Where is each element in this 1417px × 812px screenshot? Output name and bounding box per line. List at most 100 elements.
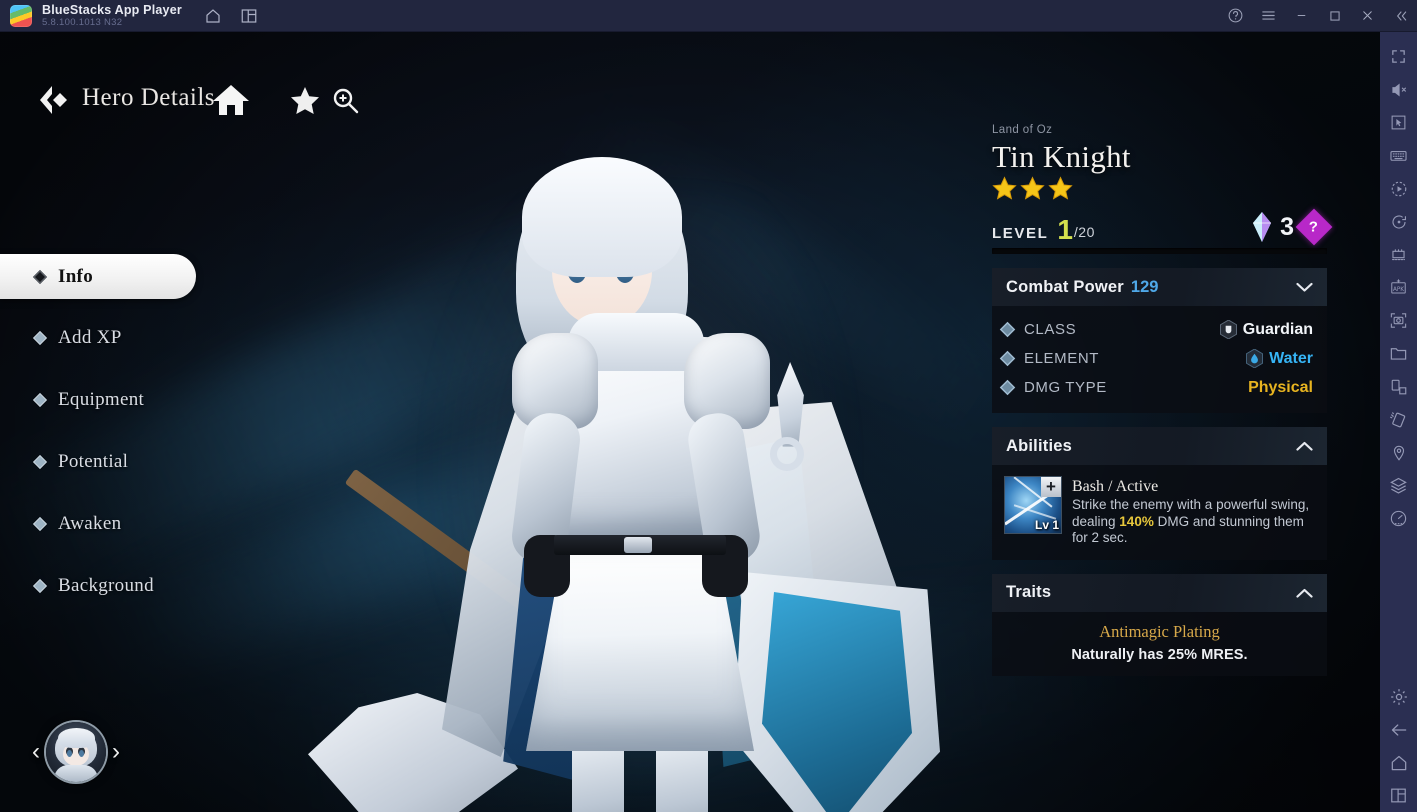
- app-title-block: BlueStacks App Player 5.8.100.1013 N32: [42, 0, 182, 32]
- shield: [730, 572, 940, 812]
- fullscreen-icon[interactable]: [1380, 40, 1417, 73]
- abilities-body: + Lv 1 Bash / Active Strike the enemy wi…: [992, 465, 1327, 560]
- prev-hero-button[interactable]: ‹: [32, 738, 40, 766]
- stat-row-class: CLASS Guardian: [1002, 315, 1313, 344]
- game-viewport: Hero Details Info Add XP Equipment Poten…: [0, 32, 1380, 812]
- star-icon[interactable]: [290, 86, 320, 115]
- stat-value: Physical: [1248, 379, 1313, 397]
- abilities-header[interactable]: Abilities: [992, 427, 1327, 465]
- screenshot-icon[interactable]: [1380, 304, 1417, 337]
- diamond-bullet-icon: [1000, 380, 1016, 396]
- recent-apps-icon[interactable]: [1380, 779, 1417, 812]
- back-icon[interactable]: [1380, 713, 1417, 746]
- face: [552, 215, 652, 327]
- ability-level-badge: Lv 1: [1035, 518, 1059, 532]
- layers-icon[interactable]: [1380, 469, 1417, 502]
- settings-icon[interactable]: [1380, 680, 1417, 713]
- traits-header[interactable]: Traits: [992, 574, 1327, 612]
- nav-item-add-xp[interactable]: Add XP: [0, 316, 200, 360]
- star-icon: [992, 176, 1017, 200]
- maximize-button[interactable]: [1318, 0, 1351, 32]
- hero-name: Tin Knight: [992, 139, 1327, 175]
- stat-value: Guardian: [1243, 321, 1313, 339]
- combat-power-body: CLASS Guardian ELEMENT: [992, 306, 1327, 413]
- ability-item[interactable]: + Lv 1 Bash / Active Strike the enemy wi…: [1002, 474, 1313, 549]
- hero-artwork: [300, 137, 990, 812]
- level-label: LEVEL: [992, 225, 1048, 242]
- install-apk-icon[interactable]: APK: [1380, 271, 1417, 304]
- nav-item-label: Background: [58, 575, 154, 597]
- eye-right: [616, 261, 634, 283]
- pauldron-left: [512, 333, 598, 429]
- bash-skill-icon: + Lv 1: [1005, 477, 1061, 533]
- stat-value-group: Physical: [1248, 379, 1313, 397]
- arm-left: [509, 410, 583, 566]
- media-folder-icon[interactable]: [1380, 337, 1417, 370]
- rarity-stars: [992, 176, 1327, 200]
- shake-icon[interactable]: [1380, 403, 1417, 436]
- portrait-eye-right: [79, 750, 84, 757]
- belt: [554, 535, 726, 555]
- close-button[interactable]: [1351, 0, 1384, 32]
- minimize-button[interactable]: [1285, 0, 1318, 32]
- pointer-icon[interactable]: [1380, 106, 1417, 139]
- gauntlet-right: [702, 535, 748, 597]
- hamburger-icon: [1260, 7, 1277, 24]
- nav-item-background[interactable]: Background: [0, 564, 200, 608]
- nav-item-label: Potential: [58, 451, 128, 473]
- location-icon[interactable]: [1380, 436, 1417, 469]
- leg-right: [656, 729, 708, 812]
- cape-right: [730, 402, 905, 762]
- nav-item-info[interactable]: Info: [0, 254, 196, 299]
- diamond-bullet-icon: [33, 579, 47, 593]
- star-icon: [1020, 176, 1045, 200]
- chevron-up-icon: [1296, 441, 1313, 451]
- mute-icon[interactable]: [1380, 73, 1417, 106]
- titlebar-icon-group: [204, 7, 258, 25]
- next-hero-button[interactable]: ›: [112, 738, 120, 766]
- back-arrow-icon[interactable]: [36, 84, 70, 116]
- window-controls: [1219, 0, 1417, 32]
- hero-portrait[interactable]: [46, 722, 106, 782]
- trait-name: Antimagic Plating: [1006, 622, 1313, 642]
- chevron-up-icon: [1296, 588, 1313, 598]
- nav-item-equipment[interactable]: Equipment: [0, 378, 200, 422]
- traits-card: Traits Antimagic Plating Naturally has 2…: [992, 574, 1327, 676]
- zoom-in-icon[interactable]: [331, 86, 359, 114]
- macro-play-icon[interactable]: [1380, 172, 1417, 205]
- traits-label: Traits: [1006, 583, 1051, 602]
- sync-rotate-icon[interactable]: [1380, 205, 1417, 238]
- ability-description: Strike the enemy with a powerful swing, …: [1072, 497, 1311, 547]
- hero-faction: Land of Oz: [992, 124, 1327, 136]
- combat-power-header[interactable]: Combat Power 129: [992, 268, 1327, 306]
- diamond-bullet-icon: [33, 269, 47, 283]
- nav-item-awaken[interactable]: Awaken: [0, 502, 200, 546]
- collapse-toolbar-button[interactable]: [1384, 0, 1417, 32]
- portrait-eye-left: [67, 750, 72, 757]
- menu-button[interactable]: [1252, 0, 1285, 32]
- help-button[interactable]: [1219, 0, 1252, 32]
- level-progress-bar: [992, 248, 1327, 254]
- home-icon[interactable]: [204, 7, 222, 25]
- background-streak: [541, 89, 1039, 466]
- home-icon[interactable]: [212, 82, 250, 118]
- rotate-screen-icon[interactable]: [1380, 370, 1417, 403]
- diamond-bullet-icon: [33, 393, 47, 407]
- nav-item-potential[interactable]: Potential: [0, 440, 200, 484]
- nav-item-label: Awaken: [58, 513, 121, 535]
- ability-damage-value: 140%: [1119, 514, 1154, 529]
- home-icon[interactable]: [1380, 746, 1417, 779]
- chevron-down-icon: [1296, 282, 1313, 292]
- multi-instance-sync-icon[interactable]: [1380, 238, 1417, 271]
- app-title: BlueStacks App Player: [42, 3, 182, 17]
- ability-text-block: Bash / Active Strike the enemy with a po…: [1072, 477, 1311, 547]
- performance-meter-icon[interactable]: [1380, 502, 1417, 535]
- help-badge[interactable]: ?: [1296, 209, 1333, 246]
- blue-cloth-right: [700, 437, 830, 767]
- hero-level-row: LEVEL 1 /20 3 ?: [992, 214, 1327, 242]
- page-title: Hero Details: [82, 84, 215, 112]
- keyboard-controls-icon[interactable]: [1380, 139, 1417, 172]
- minimize-icon: [1294, 8, 1309, 23]
- abilities-label: Abilities: [1006, 437, 1072, 456]
- multi-instance-icon[interactable]: [240, 7, 258, 25]
